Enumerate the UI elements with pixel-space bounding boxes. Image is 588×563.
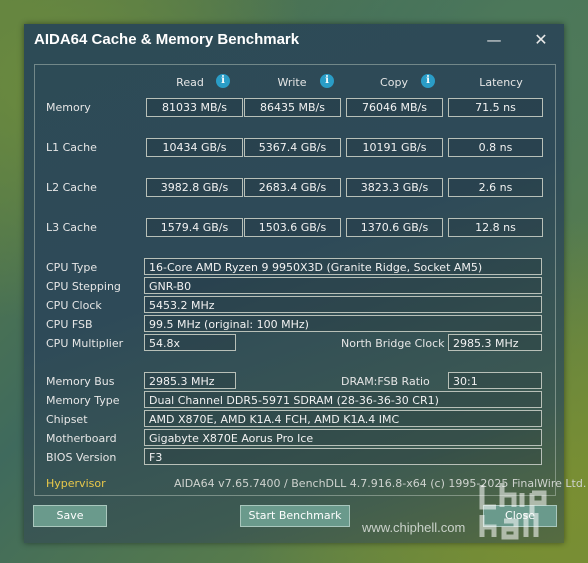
title-bar[interactable]: AIDA64 Cache & Memory Benchmark — ✕ — [24, 24, 564, 58]
l3-read-value: 1579.4 GB/s — [146, 218, 243, 237]
memory-bus-label: Memory Bus — [46, 375, 115, 388]
cpu-stepping-label: CPU Stepping — [46, 280, 121, 293]
memory-type-value: Dual Channel DDR5-5971 SDRAM (28-36-36-3… — [144, 391, 542, 408]
benchmark-window: AIDA64 Cache & Memory Benchmark — ✕ Read… — [24, 24, 586, 543]
column-read: Read — [176, 76, 204, 89]
read-info-icon[interactable]: i — [216, 74, 230, 88]
l1-cache-label: L1 Cache — [46, 141, 97, 154]
l2-write-value: 2683.4 GB/s — [244, 178, 341, 197]
l3-cache-label: L3 Cache — [46, 221, 97, 234]
column-latency: Latency — [479, 76, 523, 89]
l3-latency-value: 12.8 ns — [448, 218, 543, 237]
memory-type-label: Memory Type — [46, 394, 120, 407]
l1-copy-value: 10191 GB/s — [346, 138, 443, 157]
cpu-type-label: CPU Type — [46, 261, 98, 274]
bios-version-value: F3 — [144, 448, 542, 465]
l2-copy-value: 3823.3 GB/s — [346, 178, 443, 197]
close-window-button[interactable]: ✕ — [526, 28, 556, 52]
chiphell-logo-watermark — [479, 483, 547, 540]
watermark-site-text: www.chiphell.com — [362, 520, 466, 535]
memory-write-value: 86435 MB/s — [244, 98, 341, 117]
results-panel: Read i Write i Copy i Latency Memory 810… — [34, 64, 556, 496]
cpu-type-value: 16-Core AMD Ryzen 9 9950X3D (Granite Rid… — [144, 258, 542, 275]
cpu-clock-label: CPU Clock — [46, 299, 102, 312]
column-write: Write — [277, 76, 307, 89]
memory-read-value: 81033 MB/s — [146, 98, 243, 117]
chipset-value: AMD X870E, AMD K1A.4 FCH, AMD K1A.4 IMC — [144, 410, 542, 427]
memory-bus-value: 2985.3 MHz — [144, 372, 236, 389]
memory-latency-value: 71.5 ns — [448, 98, 543, 117]
write-info-icon[interactable]: i — [320, 74, 334, 88]
memory-copy-value: 76046 MB/s — [346, 98, 443, 117]
cpu-multiplier-value: 54.8x — [144, 334, 236, 351]
north-bridge-clock-value: 2985.3 MHz — [448, 334, 542, 351]
cpu-stepping-value: GNR-B0 — [144, 277, 542, 294]
motherboard-value: Gigabyte X870E Aorus Pro Ice — [144, 429, 542, 446]
copy-info-icon[interactable]: i — [421, 74, 435, 88]
cpu-multiplier-label: CPU Multiplier — [46, 337, 124, 350]
dram-fsb-ratio-label: DRAM:FSB Ratio — [341, 375, 430, 388]
l3-copy-value: 1370.6 GB/s — [346, 218, 443, 237]
motherboard-label: Motherboard — [46, 432, 117, 445]
window-title: AIDA64 Cache & Memory Benchmark — [34, 31, 300, 48]
hypervisor-label[interactable]: Hypervisor — [46, 477, 106, 490]
minimize-button[interactable]: — — [479, 28, 509, 52]
save-button[interactable]: Save — [33, 505, 107, 527]
l2-cache-label: L2 Cache — [46, 181, 97, 194]
chipset-label: Chipset — [46, 413, 88, 426]
cpu-fsb-label: CPU FSB — [46, 318, 93, 331]
cpu-clock-value: 5453.2 MHz — [144, 296, 542, 313]
dram-fsb-ratio-value: 30:1 — [448, 372, 542, 389]
column-copy: Copy — [380, 76, 408, 89]
l2-latency-value: 2.6 ns — [448, 178, 543, 197]
cpu-fsb-value: 99.5 MHz (original: 100 MHz) — [144, 315, 542, 332]
start-benchmark-button[interactable]: Start Benchmark — [240, 505, 350, 527]
memory-label: Memory — [46, 101, 91, 114]
bios-version-label: BIOS Version — [46, 451, 117, 464]
l2-read-value: 3982.8 GB/s — [146, 178, 243, 197]
l3-write-value: 1503.6 GB/s — [244, 218, 341, 237]
north-bridge-clock-label: North Bridge Clock — [341, 337, 445, 350]
l1-latency-value: 0.8 ns — [448, 138, 543, 157]
l1-write-value: 5367.4 GB/s — [244, 138, 341, 157]
l1-read-value: 10434 GB/s — [146, 138, 243, 157]
